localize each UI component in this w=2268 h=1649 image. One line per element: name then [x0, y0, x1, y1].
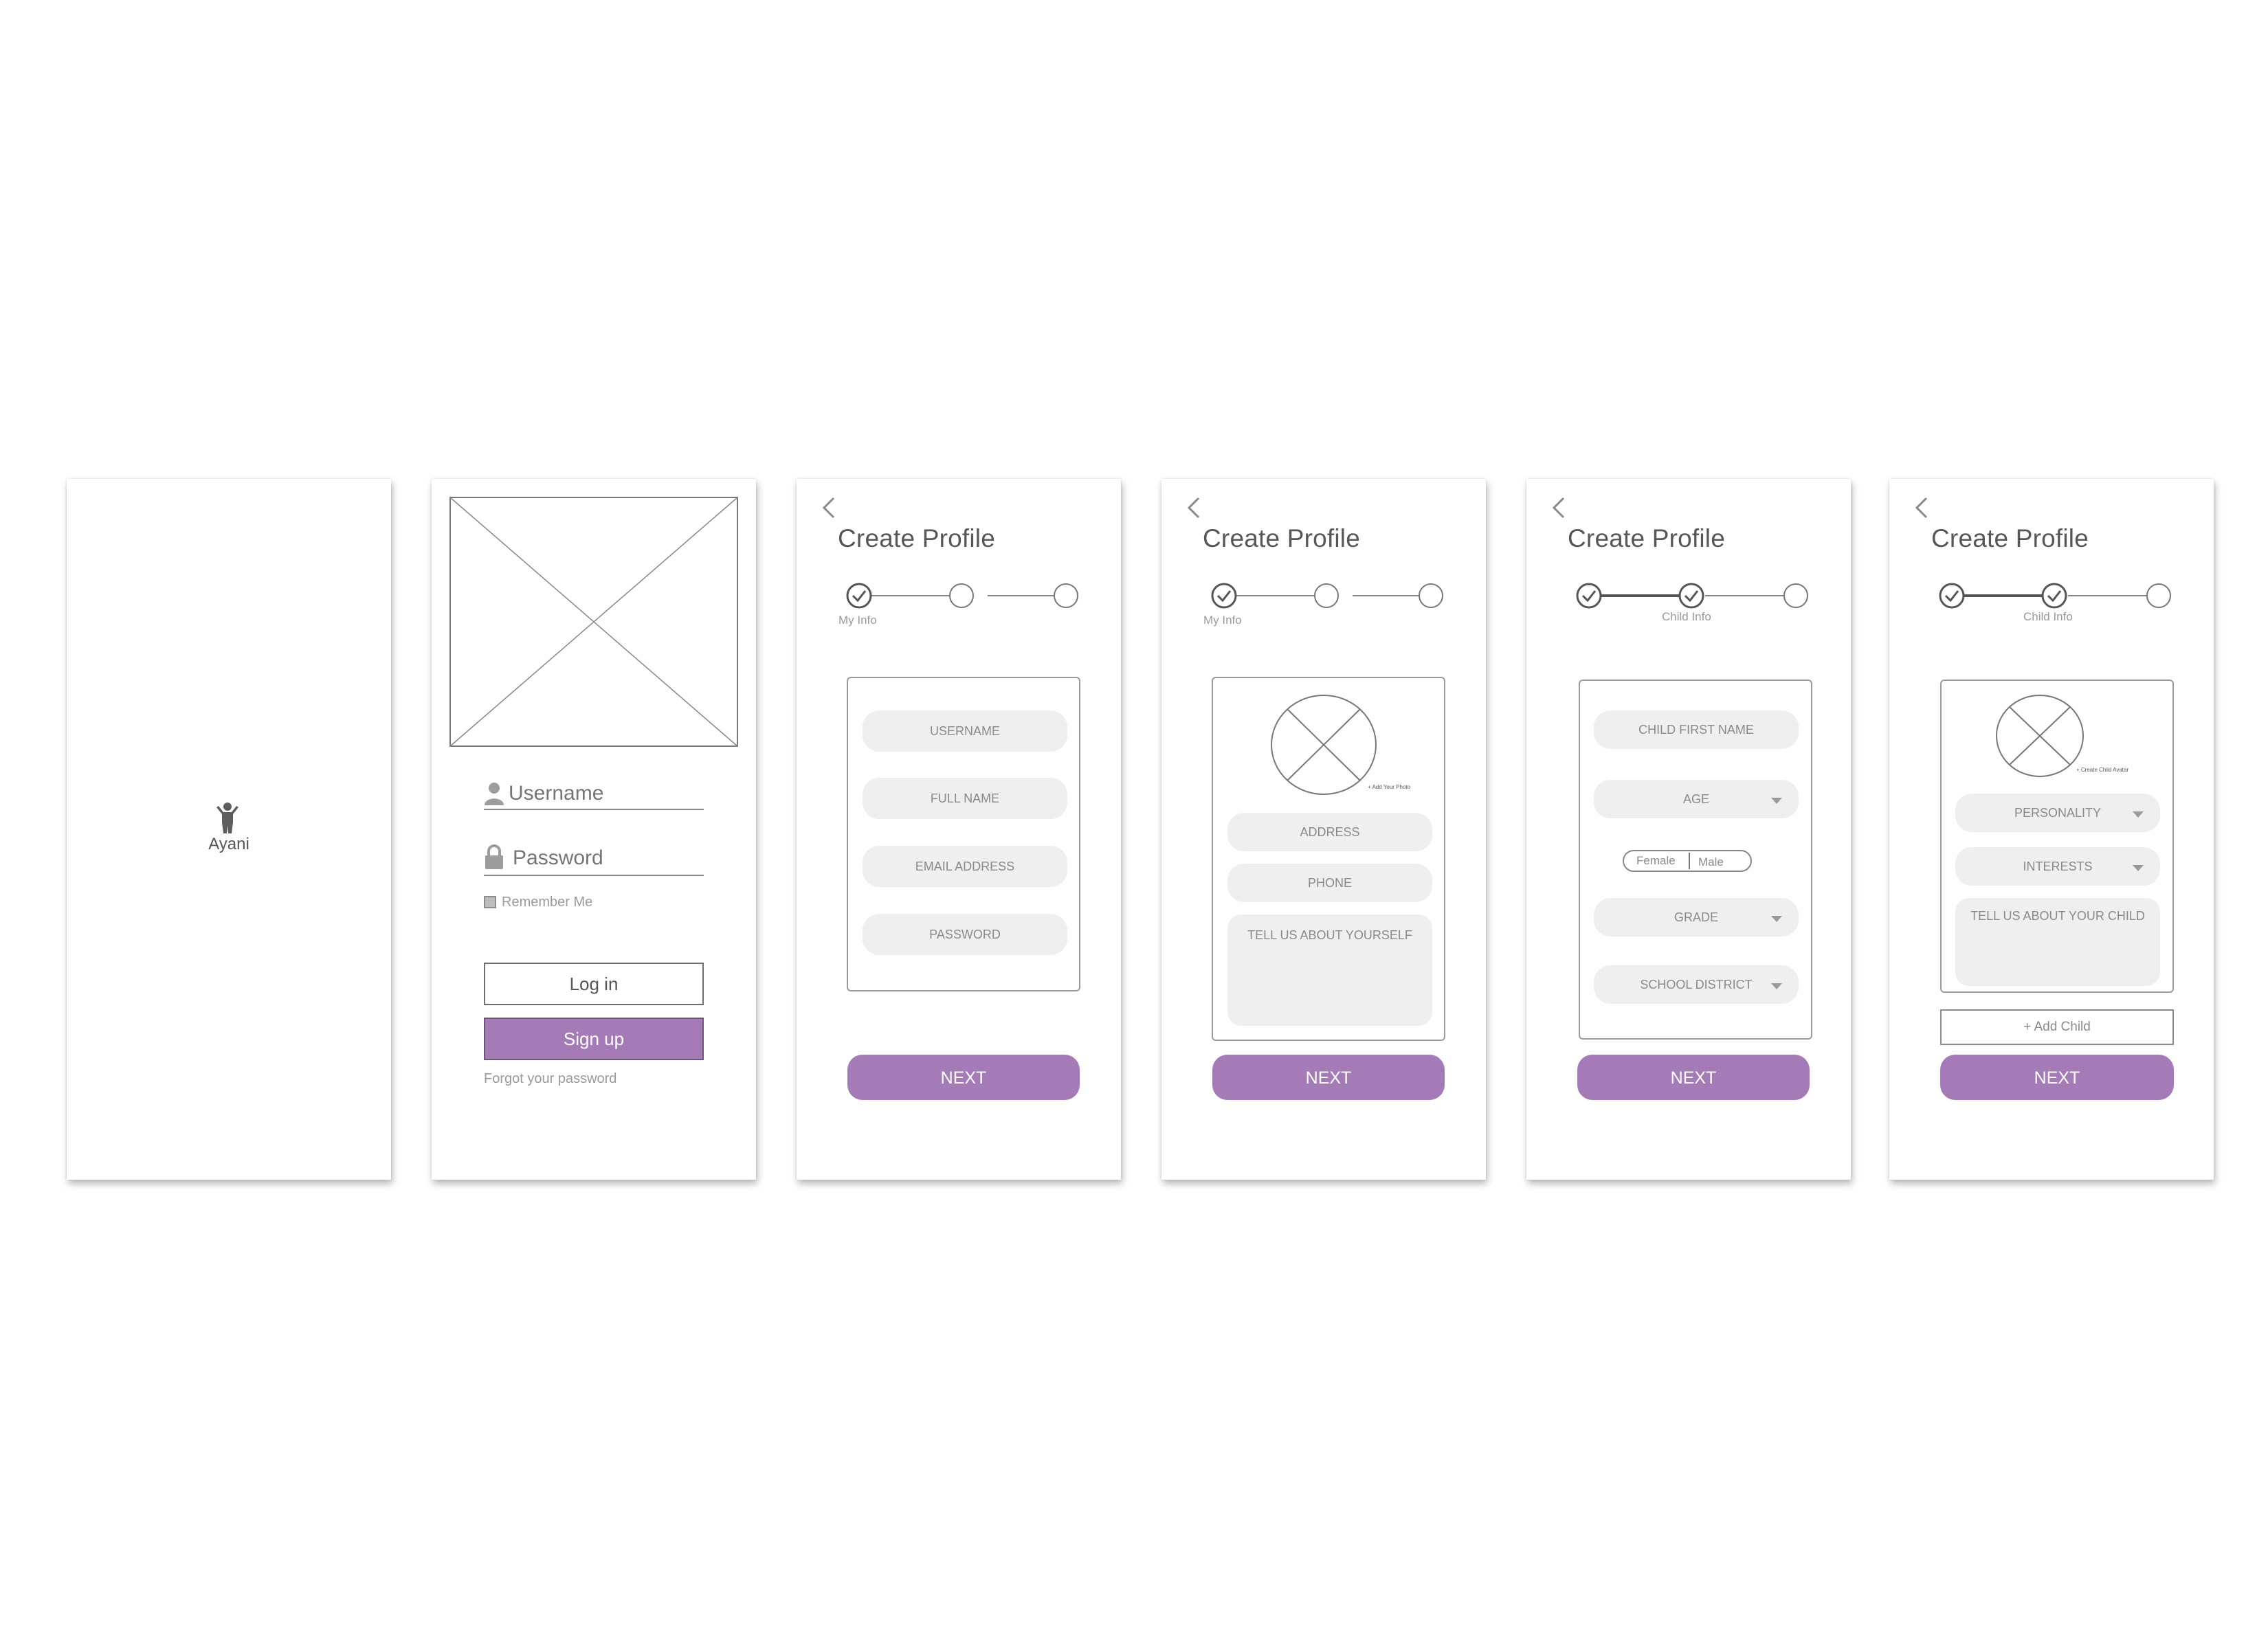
- interests-select[interactable]: INTERESTS: [1955, 847, 2160, 886]
- image-placeholder: [449, 497, 738, 747]
- age-select-label: AGE: [1682, 792, 1709, 806]
- progress-stepper: [1576, 583, 1808, 609]
- login-button[interactable]: Log in: [484, 963, 704, 1005]
- next-button[interactable]: NEXT: [1212, 1055, 1445, 1100]
- back-chevron-icon[interactable]: [1909, 494, 1936, 521]
- chevron-down-icon: [2133, 811, 2144, 818]
- signup-button[interactable]: Sign up: [484, 1018, 704, 1060]
- chevron-down-icon: [1771, 916, 1782, 922]
- next-button[interactable]: NEXT: [847, 1055, 1080, 1100]
- school-district-select[interactable]: SCHOOL DISTRICT: [1594, 965, 1799, 1004]
- profile-child-info-screen: Create Profile Child Info CHILD FIRST NA…: [1526, 479, 1851, 1180]
- login-screen: Remember Me Log in Sign up Forgot your p…: [432, 479, 756, 1180]
- progress-stepper: [846, 583, 1078, 609]
- personality-select-label: PERSONALITY: [2014, 806, 2102, 820]
- email-field[interactable]: EMAIL ADDRESS: [863, 846, 1067, 887]
- remember-checkbox[interactable]: [484, 896, 496, 908]
- child-logo-icon: [216, 803, 238, 833]
- chevron-down-icon: [1771, 798, 1782, 804]
- gender-male-option[interactable]: Male: [1698, 855, 1724, 869]
- profile-child-details-screen: Create Profile Child Info + Create Child…: [1889, 479, 2214, 1180]
- step-label-child-info: Child Info: [2023, 610, 2073, 623]
- forgot-password-link[interactable]: Forgot your password: [484, 1071, 616, 1087]
- back-chevron-icon[interactable]: [1181, 494, 1208, 521]
- username-input[interactable]: [509, 781, 687, 806]
- app-name: Ayani: [208, 835, 249, 853]
- back-chevron-icon[interactable]: [1546, 494, 1573, 521]
- user-icon: [485, 783, 504, 805]
- age-select[interactable]: AGE: [1594, 780, 1799, 818]
- username-field[interactable]: USERNAME: [863, 710, 1067, 752]
- grade-select[interactable]: GRADE: [1594, 898, 1799, 936]
- about-yourself-placeholder: TELL US ABOUT YOURSELF: [1247, 928, 1412, 942]
- password-input[interactable]: [513, 846, 691, 871]
- page-title: Create Profile: [838, 524, 996, 552]
- profile-my-details-screen: Create Profile My Info + Add Your Photo …: [1161, 479, 1486, 1180]
- chevron-down-icon: [2133, 865, 2144, 871]
- address-field[interactable]: ADDRESS: [1227, 813, 1432, 851]
- progress-stepper: [1211, 583, 1443, 609]
- progress-stepper: [1939, 583, 2171, 609]
- profile-my-info-screen: Create Profile My Info USERNAME FULL NAM…: [797, 479, 1121, 1180]
- profile-photo-placeholder[interactable]: [1270, 694, 1377, 796]
- about-child-field[interactable]: TELL US ABOUT YOUR CHILD: [1955, 898, 2160, 986]
- school-district-select-label: SCHOOL DISTRICT: [1640, 978, 1753, 991]
- username-underline: [484, 809, 704, 810]
- step-label-my-info: My Info: [838, 614, 877, 627]
- step-label-child-info: Child Info: [1662, 610, 1711, 623]
- add-photo-link[interactable]: + Add Your Photo: [1368, 784, 1410, 790]
- child-first-name-field[interactable]: CHILD FIRST NAME: [1594, 710, 1799, 749]
- password-field[interactable]: PASSWORD: [863, 914, 1067, 955]
- chevron-down-icon: [1771, 983, 1782, 989]
- page-title: Create Profile: [1931, 524, 2089, 552]
- interests-select-label: INTERESTS: [2023, 860, 2093, 873]
- back-chevron-icon[interactable]: [816, 494, 843, 521]
- page-title: Create Profile: [1203, 524, 1361, 552]
- next-button[interactable]: NEXT: [1940, 1055, 2174, 1100]
- child-avatar-placeholder[interactable]: [1995, 694, 2084, 778]
- step-label-my-info: My Info: [1203, 614, 1242, 627]
- personality-select[interactable]: PERSONALITY: [1955, 794, 2160, 832]
- remember-label: Remember Me: [502, 895, 593, 910]
- page-title: Create Profile: [1568, 524, 1726, 552]
- gender-toggle[interactable]: Female Male: [1623, 850, 1752, 872]
- about-child-placeholder: TELL US ABOUT YOUR CHILD: [1970, 909, 2145, 923]
- about-yourself-field[interactable]: TELL US ABOUT YOURSELF: [1227, 915, 1432, 1026]
- create-avatar-link[interactable]: + Create Child Avatar: [2076, 767, 2128, 773]
- phone-field[interactable]: PHONE: [1227, 864, 1432, 902]
- gender-divider: [1689, 853, 1690, 869]
- next-button[interactable]: NEXT: [1577, 1055, 1810, 1100]
- lock-icon: [485, 844, 503, 869]
- full-name-field[interactable]: FULL NAME: [863, 778, 1067, 819]
- password-underline: [484, 875, 704, 876]
- grade-select-label: GRADE: [1674, 910, 1718, 924]
- add-child-button[interactable]: + Add Child: [1940, 1009, 2174, 1045]
- splash-screen: Ayani: [67, 479, 391, 1180]
- gender-female-option[interactable]: Female: [1636, 854, 1676, 868]
